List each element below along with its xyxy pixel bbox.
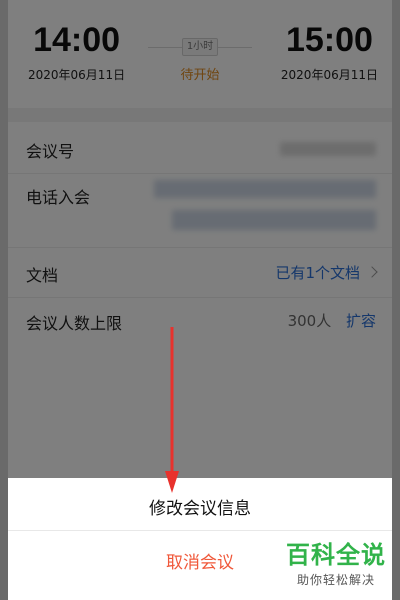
watermark-tagline: 助你轻松解决	[296, 573, 375, 587]
watermark-brand: 百科全说	[286, 541, 386, 569]
watermark-logo: 百科全说 助你轻松解决	[286, 541, 386, 588]
left-edge-shade	[0, 0, 8, 600]
red-arrow-annotation	[165, 327, 179, 493]
sheet-divider	[8, 530, 392, 531]
arrow-head	[165, 471, 179, 493]
right-edge-shade	[392, 0, 400, 600]
modify-meeting-button[interactable]: 修改会议信息	[8, 494, 392, 519]
